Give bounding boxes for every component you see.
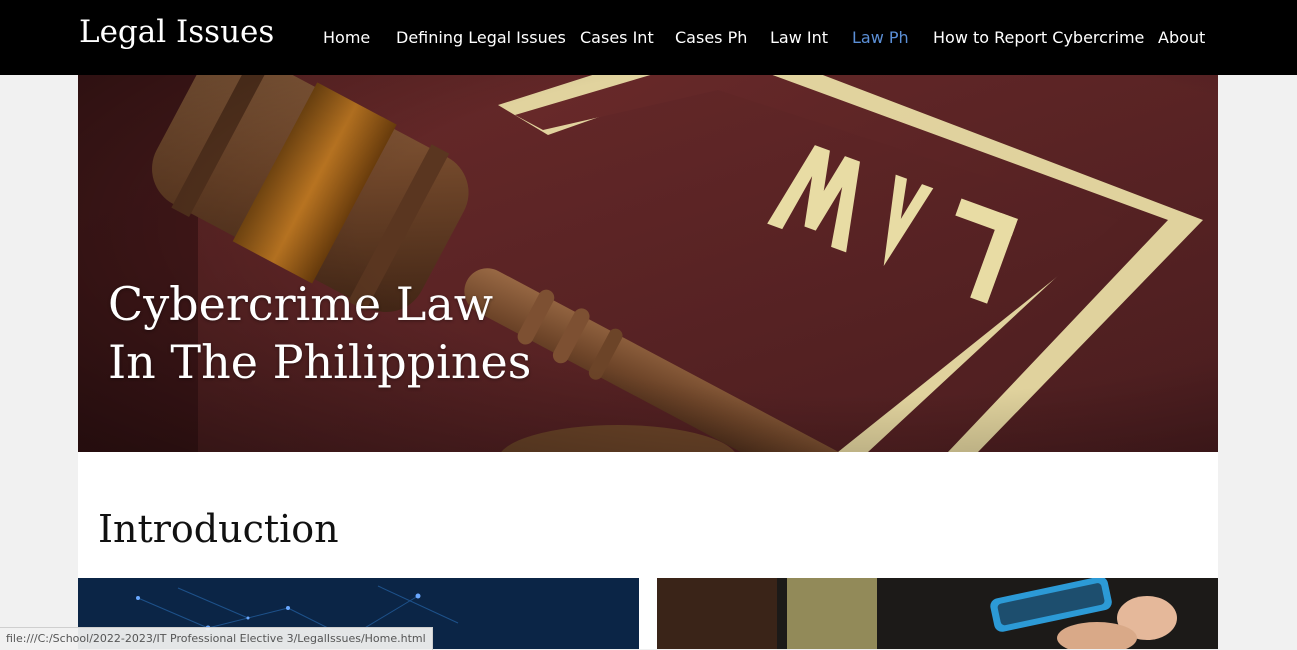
nav-item-how-to-report[interactable]: How to Report Cybercrime bbox=[933, 28, 1144, 47]
hero-title-line2: In The Philippines bbox=[108, 335, 532, 389]
top-navbar: Legal Issues Home Defining Legal Issues … bbox=[0, 0, 1297, 75]
status-bar-url: file:///C:/School/2022-2023/IT Professio… bbox=[0, 627, 433, 650]
nav-item-defining-legal-issues[interactable]: Defining Legal Issues bbox=[396, 28, 566, 47]
hero-title-line1: Cybercrime Law bbox=[108, 277, 494, 331]
phone-graphic bbox=[657, 578, 1218, 649]
hand-holding-phone-image bbox=[657, 578, 1218, 649]
nav-item-cases-int[interactable]: Cases Int bbox=[580, 28, 654, 47]
site-brand[interactable]: Legal Issues bbox=[79, 14, 274, 50]
nav-item-about[interactable]: About bbox=[1158, 28, 1205, 47]
page-container: Cybercrime Law In The Philippines Introd… bbox=[78, 75, 1218, 649]
hero-banner: Cybercrime Law In The Philippines bbox=[78, 75, 1218, 452]
nav-item-law-int[interactable]: Law Int bbox=[770, 28, 828, 47]
nav-item-law-ph[interactable]: Law Ph bbox=[852, 28, 909, 47]
nav-item-home[interactable]: Home bbox=[323, 28, 370, 47]
hero-title: Cybercrime Law In The Philippines bbox=[108, 275, 531, 391]
gavel-book-image bbox=[78, 75, 1218, 452]
nav-item-cases-ph[interactable]: Cases Ph bbox=[675, 28, 747, 47]
introduction-heading: Introduction bbox=[98, 507, 339, 551]
